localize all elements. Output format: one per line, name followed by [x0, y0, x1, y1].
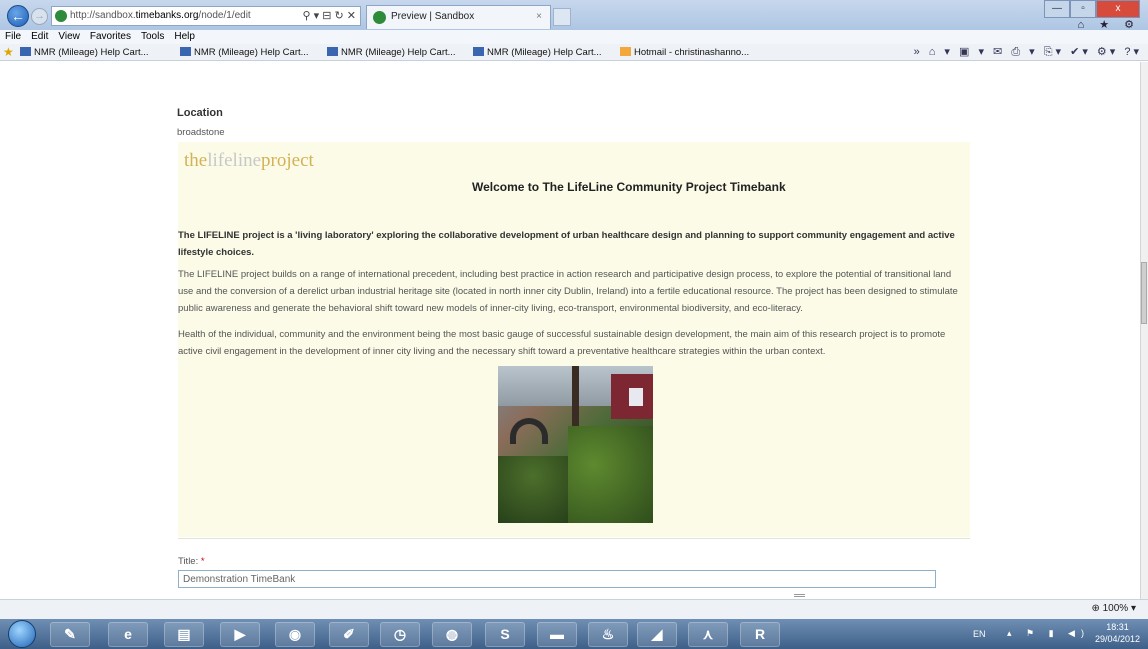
- menu-file[interactable]: File: [0, 30, 26, 44]
- status-bar: ⊕ 100% ▾: [0, 599, 1148, 619]
- bookmark-icon: [473, 47, 484, 56]
- body-paragraph: The LIFELINE project builds on a range o…: [178, 269, 958, 314]
- title-input[interactable]: [178, 570, 936, 588]
- clock-app-icon[interactable]: ◷: [380, 622, 420, 647]
- body-paragraph: Health of the individual, community and …: [178, 329, 946, 357]
- clock-time: 18:31: [1106, 622, 1129, 632]
- lifeline-site-photo: [498, 366, 653, 523]
- menu-tools[interactable]: Tools: [136, 30, 169, 44]
- intro-paragraph: The LIFELINE project is a 'living labora…: [178, 230, 955, 258]
- tab-preview-sandbox[interactable]: Preview | Sandbox ×: [366, 5, 551, 29]
- scrollbar-thumb[interactable]: [1141, 262, 1147, 324]
- tab-close-icon[interactable]: ×: [536, 6, 542, 28]
- maximize-button[interactable]: ▫: [1070, 0, 1096, 18]
- address-controls-icon[interactable]: ⚲ ▾ ⊟ ↻ ✕: [303, 7, 356, 25]
- skype-icon[interactable]: S: [485, 622, 525, 647]
- file-explorer-icon[interactable]: ▤: [164, 622, 204, 647]
- welcome-heading: Welcome to The LifeLine Community Projec…: [472, 180, 786, 194]
- zoom-control[interactable]: ⊕ 100% ▾: [1091, 603, 1136, 614]
- favorite-item[interactable]: NMR (Mileage) Help Cart...: [180, 44, 309, 61]
- page-viewport: Location broadstone thelifelineproject W…: [0, 62, 1140, 599]
- bookmark-icon: [20, 47, 31, 56]
- minimize-button[interactable]: —: [1044, 0, 1070, 18]
- tray-icons[interactable]: ▴ ⚑ ▮ ◀): [1007, 628, 1090, 639]
- menu-edit[interactable]: Edit: [26, 30, 53, 44]
- system-tray: EN ▴ ⚑ ▮ ◀) 18:31 29/04/2012: [963, 619, 1148, 649]
- favorite-item[interactable]: NMR (Mileage) Help Cart...: [473, 44, 602, 61]
- firefox-icon[interactable]: ◍: [432, 622, 472, 647]
- command-prompt-icon[interactable]: ▬: [537, 622, 577, 647]
- app-icon[interactable]: ◢: [637, 622, 677, 647]
- favorites-bar: ★ NMR (Mileage) Help Cart... NMR (Mileag…: [0, 44, 1148, 61]
- address-bar[interactable]: http://sandbox.timebanks.org/node/1/edit…: [51, 6, 361, 26]
- new-tab-button[interactable]: [553, 8, 571, 26]
- favorite-item-hotmail[interactable]: Hotmail - christinashanno...: [620, 44, 749, 61]
- preview-panel: thelifelineproject Welcome to The LifeLi…: [178, 142, 970, 537]
- chevron-down-icon: ▾: [1130, 603, 1136, 614]
- site-favicon-icon: [55, 10, 67, 22]
- java-icon[interactable]: ♨: [588, 622, 628, 647]
- language-indicator[interactable]: EN: [973, 629, 986, 639]
- drawing-app-icon[interactable]: ✐: [329, 622, 369, 647]
- user-app-icon[interactable]: ◉: [275, 622, 315, 647]
- address-prefix: http://sandbox.: [70, 10, 136, 21]
- title-field-label: Title: *: [178, 556, 205, 567]
- start-button[interactable]: [8, 620, 36, 648]
- menu-bar: File Edit View Favorites Tools Help: [0, 30, 1148, 44]
- location-label: Location: [177, 107, 223, 119]
- address-domain: timebanks.org: [135, 10, 199, 21]
- bookmark-icon: [180, 47, 191, 56]
- pin-icon[interactable]: ✎: [50, 622, 90, 647]
- internet-explorer-icon[interactable]: e: [108, 622, 148, 647]
- location-value: broadstone: [177, 127, 225, 138]
- acrobat-icon[interactable]: ⋏: [688, 622, 728, 647]
- back-button[interactable]: ←: [7, 5, 29, 27]
- clock[interactable]: 18:31 29/04/2012: [1095, 621, 1140, 645]
- hotmail-icon: [620, 47, 631, 56]
- required-marker: *: [200, 556, 205, 567]
- forward-button[interactable]: →: [31, 8, 48, 25]
- zoom-icon: ⊕: [1091, 603, 1100, 614]
- divider: [178, 538, 970, 539]
- favorite-item[interactable]: NMR (Mileage) Help Cart...: [20, 44, 149, 61]
- command-bar-icons[interactable]: » ⌂ ▾ ▣ ▾ ✉ ⎙ ▾ ⎘▾ ✔▾ ⚙▾ ?▾: [914, 44, 1142, 61]
- browser-title-bar: ← → http://sandbox.timebanks.org/node/1/…: [0, 0, 1148, 31]
- windows-taskbar: ✎ e ▤ ▶ ◉ ✐ ◷ ◍ S ▬ ♨ ◢ ⋏ R EN ▴ ⚑ ▮ ◀) …: [0, 619, 1148, 649]
- menu-view[interactable]: View: [53, 30, 85, 44]
- favorites-star-icon[interactable]: ★: [3, 44, 14, 61]
- window-controls: — ▫ x: [1044, 0, 1140, 18]
- resize-grip-icon[interactable]: [794, 594, 805, 597]
- menu-favorites[interactable]: Favorites: [85, 30, 136, 44]
- tab-title: Preview | Sandbox: [391, 11, 475, 22]
- bookmark-icon: [327, 47, 338, 56]
- favorite-item[interactable]: NMR (Mileage) Help Cart...: [327, 44, 456, 61]
- media-player-icon[interactable]: ▶: [220, 622, 260, 647]
- zoom-level: 100%: [1102, 603, 1129, 614]
- r-app-icon[interactable]: R: [740, 622, 780, 647]
- lifeline-logo: thelifelineproject: [184, 150, 314, 171]
- close-window-button[interactable]: x: [1096, 0, 1140, 18]
- vertical-scrollbar[interactable]: [1140, 62, 1148, 599]
- menu-help[interactable]: Help: [169, 30, 200, 44]
- clock-date: 29/04/2012: [1094, 634, 1140, 644]
- address-path: /node/1/edit: [198, 10, 251, 21]
- tab-favicon-icon: [373, 11, 386, 24]
